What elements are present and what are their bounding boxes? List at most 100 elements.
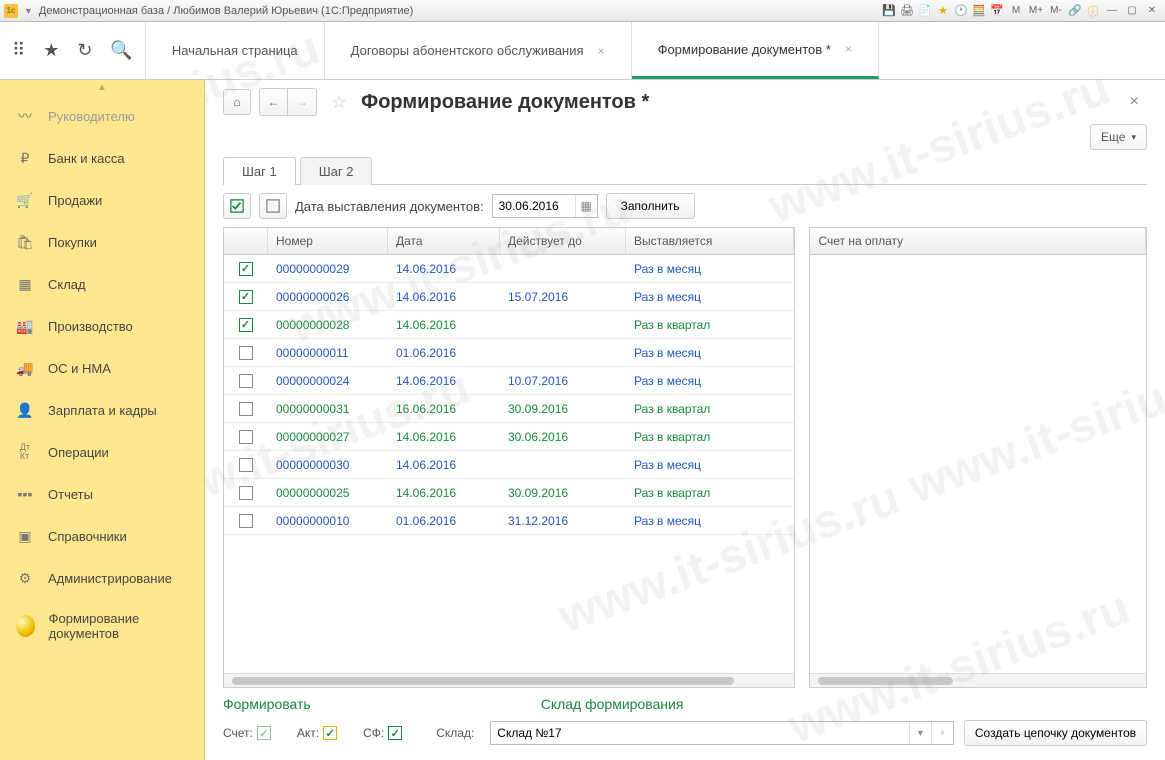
tab-forming-docs[interactable]: Формирование документов * × [632,22,879,79]
invoice-grid: Счет на оплату [809,227,1147,688]
toolbar-clock-icon[interactable]: 🕐 [953,3,969,19]
sidebar-item-bank[interactable]: ₽Банк и касса [0,137,204,179]
sidebar-item-label: Отчеты [48,487,93,502]
close-icon[interactable]: × [598,44,605,58]
favorites-icon[interactable]: ★ [43,40,59,61]
mem-m[interactable]: M [1007,3,1025,19]
date-field[interactable] [493,195,575,217]
header-number[interactable]: Номер [268,228,388,254]
sidebar-item-salary[interactable]: 👤Зарплата и кадры [0,389,204,431]
sidebar-item-director[interactable]: 〰Руководителю [0,95,204,137]
cell-number: 00000000030 [268,453,388,477]
tab-label: Договоры абонентского обслуживания [351,43,584,58]
deselect-all-button[interactable] [259,193,287,219]
boxes-icon: ▦ [16,275,34,293]
table-row[interactable]: 00000000030 14.06.2016 Раз в месяц [224,451,794,479]
combo-dropdown-icon[interactable]: ▾ [909,722,931,744]
akt-checkbox[interactable] [323,726,337,740]
row-checkbox[interactable] [239,402,253,416]
row-checkbox[interactable] [239,290,253,304]
combo-open-icon[interactable]: ▫ [931,722,953,744]
toolbar-save-icon[interactable]: 💾 [881,3,897,19]
dropdown-icon[interactable]: ▼ [24,6,33,16]
sidebar-item-os-nma[interactable]: 🚚ОС и НМА [0,347,204,389]
table-row[interactable]: 00000000024 14.06.2016 10.07.2016 Раз в … [224,367,794,395]
page-close-button[interactable]: × [1122,89,1147,115]
table-row[interactable]: 00000000026 14.06.2016 15.07.2016 Раз в … [224,283,794,311]
table-row[interactable]: 00000000025 14.06.2016 30.09.2016 Раз в … [224,479,794,507]
date-input[interactable]: ▦ [492,194,598,218]
tab-contracts[interactable]: Договоры абонентского обслуживания × [325,22,632,79]
select-all-button[interactable] [223,193,251,219]
cell-frequency: Раз в квартал [626,397,794,421]
row-checkbox[interactable] [239,318,253,332]
table-row[interactable]: 00000000031 16.06.2016 30.09.2016 Раз в … [224,395,794,423]
sklad-input[interactable] [491,722,909,744]
nav-back-button[interactable]: ← [260,89,288,115]
sidebar-item-sales[interactable]: 🛒Продажи [0,179,204,221]
row-checkbox[interactable] [239,374,253,388]
table-row[interactable]: 00000000011 01.06.2016 Раз в месяц [224,339,794,367]
table-row[interactable]: 00000000027 14.06.2016 30.06.2016 Раз в … [224,423,794,451]
table-row[interactable]: 00000000010 01.06.2016 31.12.2016 Раз в … [224,507,794,535]
calendar-icon[interactable]: ▦ [575,195,597,217]
table-row[interactable]: 00000000028 14.06.2016 Раз в квартал [224,311,794,339]
row-checkbox[interactable] [239,346,253,360]
window-close[interactable]: ✕ [1143,3,1161,19]
mem-mplus[interactable]: M+ [1027,3,1045,19]
toolbar-print-icon[interactable]: 🖨 [899,3,915,19]
horizontal-scrollbar[interactable] [224,673,794,687]
window-maximize[interactable]: ▢ [1123,3,1141,19]
table-row[interactable]: 00000000029 14.06.2016 Раз в месяц [224,255,794,283]
toolbar-link-icon[interactable]: 🔗 [1067,3,1083,19]
toolbar-calc-icon[interactable]: 🧮 [971,3,987,19]
apps-icon[interactable]: ⠿ [12,40,25,61]
cell-frequency: Раз в месяц [626,453,794,477]
sidebar-scroll-up-icon[interactable]: ▲ [0,80,204,95]
sidebar-item-refs[interactable]: ▣Справочники [0,515,204,557]
header-checkbox-col [224,228,268,254]
horizontal-scrollbar[interactable] [810,673,1146,687]
fill-button[interactable]: Заполнить [606,193,695,219]
sidebar-item-forming-docs[interactable]: Формирование документов [0,599,204,653]
toolbar-star-icon[interactable]: ★ [935,3,951,19]
sidebar-item-warehouse[interactable]: ▦Склад [0,263,204,305]
sklad-combo[interactable]: ▾ ▫ [490,721,954,745]
toolbar-doc-icon[interactable]: 📄 [917,3,933,19]
mem-mminus[interactable]: M- [1047,3,1065,19]
sidebar-item-reports[interactable]: ▪▪▪Отчеты [0,473,204,515]
row-checkbox[interactable] [239,458,253,472]
favorite-star-icon[interactable]: ☆ [331,92,347,113]
cell-frequency: Раз в месяц [626,369,794,393]
nav-forward-button[interactable]: → [288,89,316,115]
home-button[interactable]: ⌂ [223,89,251,115]
cell-frequency: Раз в квартал [626,425,794,449]
search-icon[interactable]: 🔍 [110,40,132,61]
step1-tab[interactable]: Шаг 1 [223,157,296,185]
history-icon[interactable]: ↻ [77,40,92,61]
toolbar-calendar-icon[interactable]: 📅 [989,3,1005,19]
tab-start-page[interactable]: Начальная страница [146,22,325,79]
sf-label: СФ: [363,726,384,740]
row-checkbox[interactable] [239,262,253,276]
more-button[interactable]: Еще▾ [1090,124,1147,150]
toolbar-info-icon[interactable]: ⓘ [1085,3,1101,19]
sidebar-item-purchases[interactable]: 🛍Покупки [0,221,204,263]
header-date[interactable]: Дата [388,228,500,254]
document-tabs: Начальная страница Договоры абонентского… [146,22,879,79]
window-minimize[interactable]: — [1103,3,1121,19]
header-valid[interactable]: Действует до [500,228,626,254]
row-checkbox[interactable] [239,486,253,500]
sidebar-item-operations[interactable]: ДтКтОперации [0,431,204,473]
row-checkbox[interactable] [239,430,253,444]
step2-tab[interactable]: Шаг 2 [300,157,373,185]
row-checkbox[interactable] [239,514,253,528]
sf-checkbox[interactable] [388,726,402,740]
header-invoice[interactable]: Счет на оплату [810,228,1146,254]
sidebar-item-production[interactable]: 🏭Производство [0,305,204,347]
header-freq[interactable]: Выставляется [626,228,794,254]
create-chain-button[interactable]: Создать цепочку документов [964,720,1147,746]
cell-valid-until [500,320,626,330]
close-icon[interactable]: × [845,42,852,56]
sidebar-item-admin[interactable]: ⚙Администрирование [0,557,204,599]
